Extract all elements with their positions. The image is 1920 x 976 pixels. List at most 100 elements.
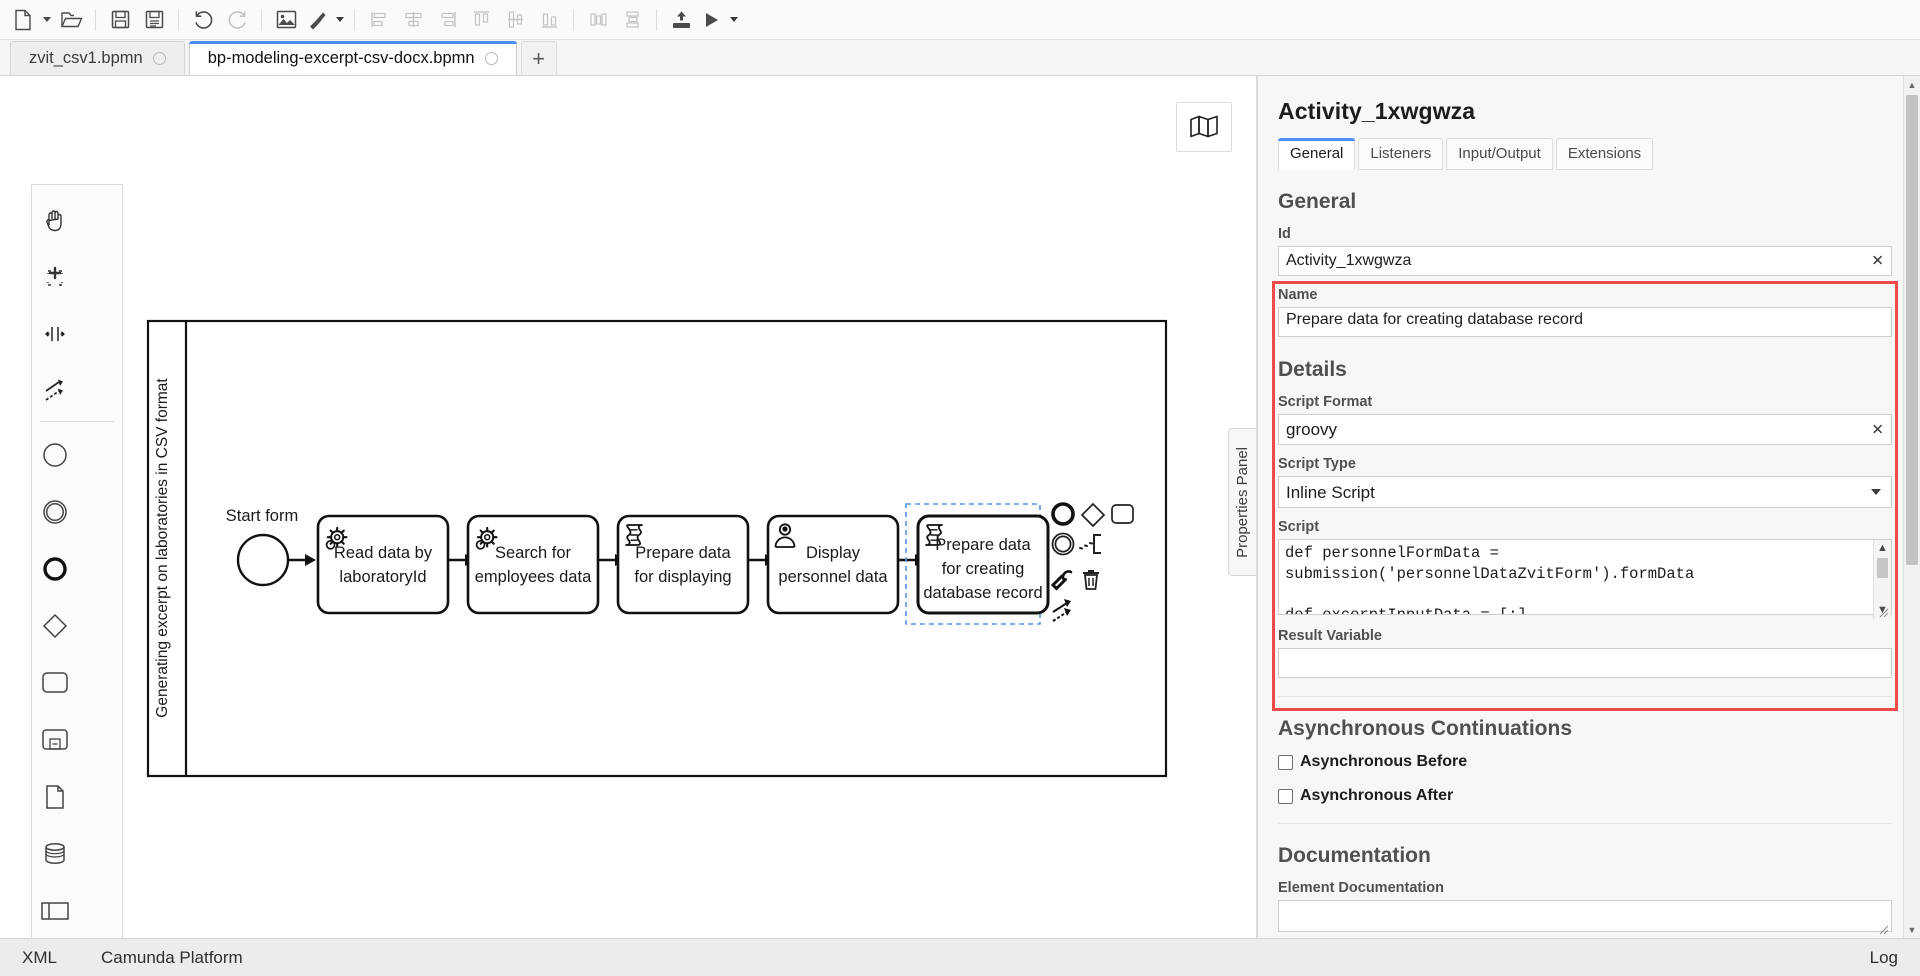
- task-search-employees: Search for employees data: [466, 514, 600, 615]
- clear-x-icon[interactable]: ✕: [1871, 422, 1884, 437]
- toolbar-group-deploy: [664, 4, 742, 36]
- task-label-line1: Prepare data: [635, 544, 731, 562]
- scrollbar-track[interactable]: [1904, 93, 1920, 921]
- scroll-down-icon[interactable]: ▼: [1904, 921, 1920, 938]
- status-camunda-platform-button[interactable]: Camunda Platform: [101, 948, 243, 968]
- name-label: Name: [1278, 287, 1318, 303]
- async-after-label: Asynchronous After: [1300, 787, 1454, 804]
- distribute-horizontal-button[interactable]: [581, 4, 615, 36]
- toolbar-group-tools: [269, 4, 347, 36]
- color-picker-button[interactable]: [303, 4, 331, 36]
- task-label-line1: Search for: [495, 544, 572, 562]
- run-dropdown[interactable]: [724, 4, 742, 36]
- id-input[interactable]: [1278, 246, 1892, 276]
- align-left-button[interactable]: [362, 4, 396, 36]
- save-button[interactable]: [103, 4, 137, 36]
- tab-listeners[interactable]: Listeners: [1358, 138, 1444, 170]
- script-scrollbar[interactable]: ▲ ▼: [1873, 540, 1891, 619]
- toolbar-divider: [261, 8, 262, 31]
- export-image-button[interactable]: [269, 4, 303, 36]
- properties-panel-handle-label: Properties Panel: [1234, 446, 1251, 558]
- row-async-before: Asynchronous Before: [1278, 753, 1892, 771]
- tab-general[interactable]: General: [1278, 138, 1356, 170]
- tab-extensions[interactable]: Extensions: [1555, 138, 1654, 170]
- toolbar-group-save: [103, 4, 171, 36]
- properties-panel: Activity_1xwgwza General Listeners Input…: [1257, 76, 1920, 938]
- field-script-format: Script Format ✕: [1278, 394, 1892, 445]
- redo-button[interactable]: [220, 4, 254, 36]
- name-input[interactable]: [1278, 307, 1892, 337]
- async-after-checkbox[interactable]: [1278, 788, 1293, 804]
- toolbar-group-align: [362, 4, 566, 36]
- align-top-button[interactable]: [464, 4, 498, 36]
- bpmn-canvas[interactable]: Generating excerpt on laboratories in CS…: [0, 76, 1257, 938]
- file-tab-bar: zvit_csv1.bpmn bp-modeling-excerpt-csv-d…: [0, 40, 1920, 76]
- scrollbar-thumb[interactable]: [1877, 558, 1888, 578]
- result-variable-input[interactable]: [1278, 648, 1892, 678]
- run-button[interactable]: [698, 4, 724, 36]
- add-tab-button[interactable]: +: [520, 41, 557, 75]
- save-as-button[interactable]: [137, 4, 171, 36]
- field-name: Name: [1278, 287, 1892, 342]
- tab-bp-modeling-excerpt[interactable]: bp-modeling-excerpt-csv-docx.bpmn: [188, 41, 517, 75]
- task-prepare-display: Prepare data for displaying: [616, 514, 750, 615]
- task-read-data: Read data by laboratoryId: [316, 514, 450, 615]
- status-xml-button[interactable]: XML: [22, 948, 57, 968]
- align-bottom-button[interactable]: [532, 4, 566, 36]
- properties-panel-content: Activity_1xwgwza General Listeners Input…: [1258, 76, 1920, 938]
- tab-zvit-csv1[interactable]: zvit_csv1.bpmn: [10, 41, 185, 75]
- element-documentation-label: Element Documentation: [1278, 880, 1444, 896]
- color-picker-dropdown[interactable]: [331, 4, 347, 36]
- result-variable-label: Result Variable: [1278, 628, 1382, 644]
- new-file-dropdown[interactable]: [38, 4, 54, 36]
- deploy-button[interactable]: [664, 4, 698, 36]
- task-label-line3: database record: [923, 584, 1042, 602]
- scroll-up-icon[interactable]: ▲: [1904, 76, 1920, 93]
- pool-label: Generating excerpt on laboratories in CS…: [154, 378, 171, 718]
- toolbar-group-file: [8, 4, 88, 36]
- open-file-button[interactable]: [54, 4, 88, 36]
- close-circle-icon[interactable]: [152, 52, 166, 65]
- element-documentation-input[interactable]: [1278, 900, 1892, 932]
- section-title-async: Asynchronous Continuations: [1278, 717, 1572, 740]
- workspace: Generating excerpt on laboratories in CS…: [0, 76, 1920, 938]
- align-right-button[interactable]: [430, 4, 464, 36]
- properties-panel-scrollbar[interactable]: ▲ ▼: [1903, 76, 1920, 938]
- toolbar-divider: [354, 8, 355, 31]
- script-editor[interactable]: [1278, 539, 1892, 615]
- bpmn-diagram[interactable]: Generating excerpt on laboratories in CS…: [0, 76, 1180, 796]
- script-type-select[interactable]: Inline ScriptExternal Resource: [1278, 476, 1892, 508]
- new-file-button[interactable]: [8, 4, 38, 36]
- field-id: Id ✕: [1278, 226, 1892, 276]
- script-format-input[interactable]: [1278, 414, 1892, 445]
- tab-label: bp-modeling-excerpt-csv-docx.bpmn: [207, 49, 475, 67]
- tab-label: zvit_csv1.bpmn: [29, 49, 143, 67]
- properties-tabs: General Listeners Input/Output Extension…: [1278, 138, 1892, 170]
- scroll-down-icon[interactable]: ▼: [1877, 602, 1888, 619]
- clear-x-icon[interactable]: ✕: [1871, 254, 1884, 269]
- section-divider: [1278, 823, 1892, 824]
- toolbar-group-distribute: [581, 4, 649, 36]
- field-script-type: Script Type Inline ScriptExternal Resour…: [1278, 456, 1892, 508]
- align-middle-button[interactable]: [498, 4, 532, 36]
- page-title: Activity_1xwgwza: [1278, 98, 1476, 124]
- chevron-down-icon: [336, 17, 344, 22]
- close-circle-icon[interactable]: [484, 52, 498, 65]
- toolbar-divider: [178, 8, 179, 31]
- async-before-checkbox[interactable]: [1278, 754, 1293, 770]
- scroll-up-icon[interactable]: ▲: [1877, 540, 1888, 557]
- create-data-store[interactable]: [32, 825, 78, 882]
- scrollbar-thumb[interactable]: [1905, 95, 1918, 565]
- create-participant[interactable]: [32, 882, 78, 938]
- align-center-button[interactable]: [396, 4, 430, 36]
- minimap-toggle-button[interactable]: [1176, 102, 1232, 152]
- properties-panel-toggle[interactable]: Properties Panel: [1228, 428, 1256, 576]
- status-log-button[interactable]: Log: [1870, 948, 1898, 968]
- participant-pool-icon: [41, 901, 69, 920]
- tab-input-output[interactable]: Input/Output: [1446, 138, 1553, 170]
- script-format-label: Script Format: [1278, 394, 1373, 410]
- undo-button[interactable]: [186, 4, 220, 36]
- toolbar-divider: [656, 8, 657, 31]
- task-label-line2: for creating: [942, 560, 1025, 578]
- distribute-vertical-button[interactable]: [615, 4, 649, 36]
